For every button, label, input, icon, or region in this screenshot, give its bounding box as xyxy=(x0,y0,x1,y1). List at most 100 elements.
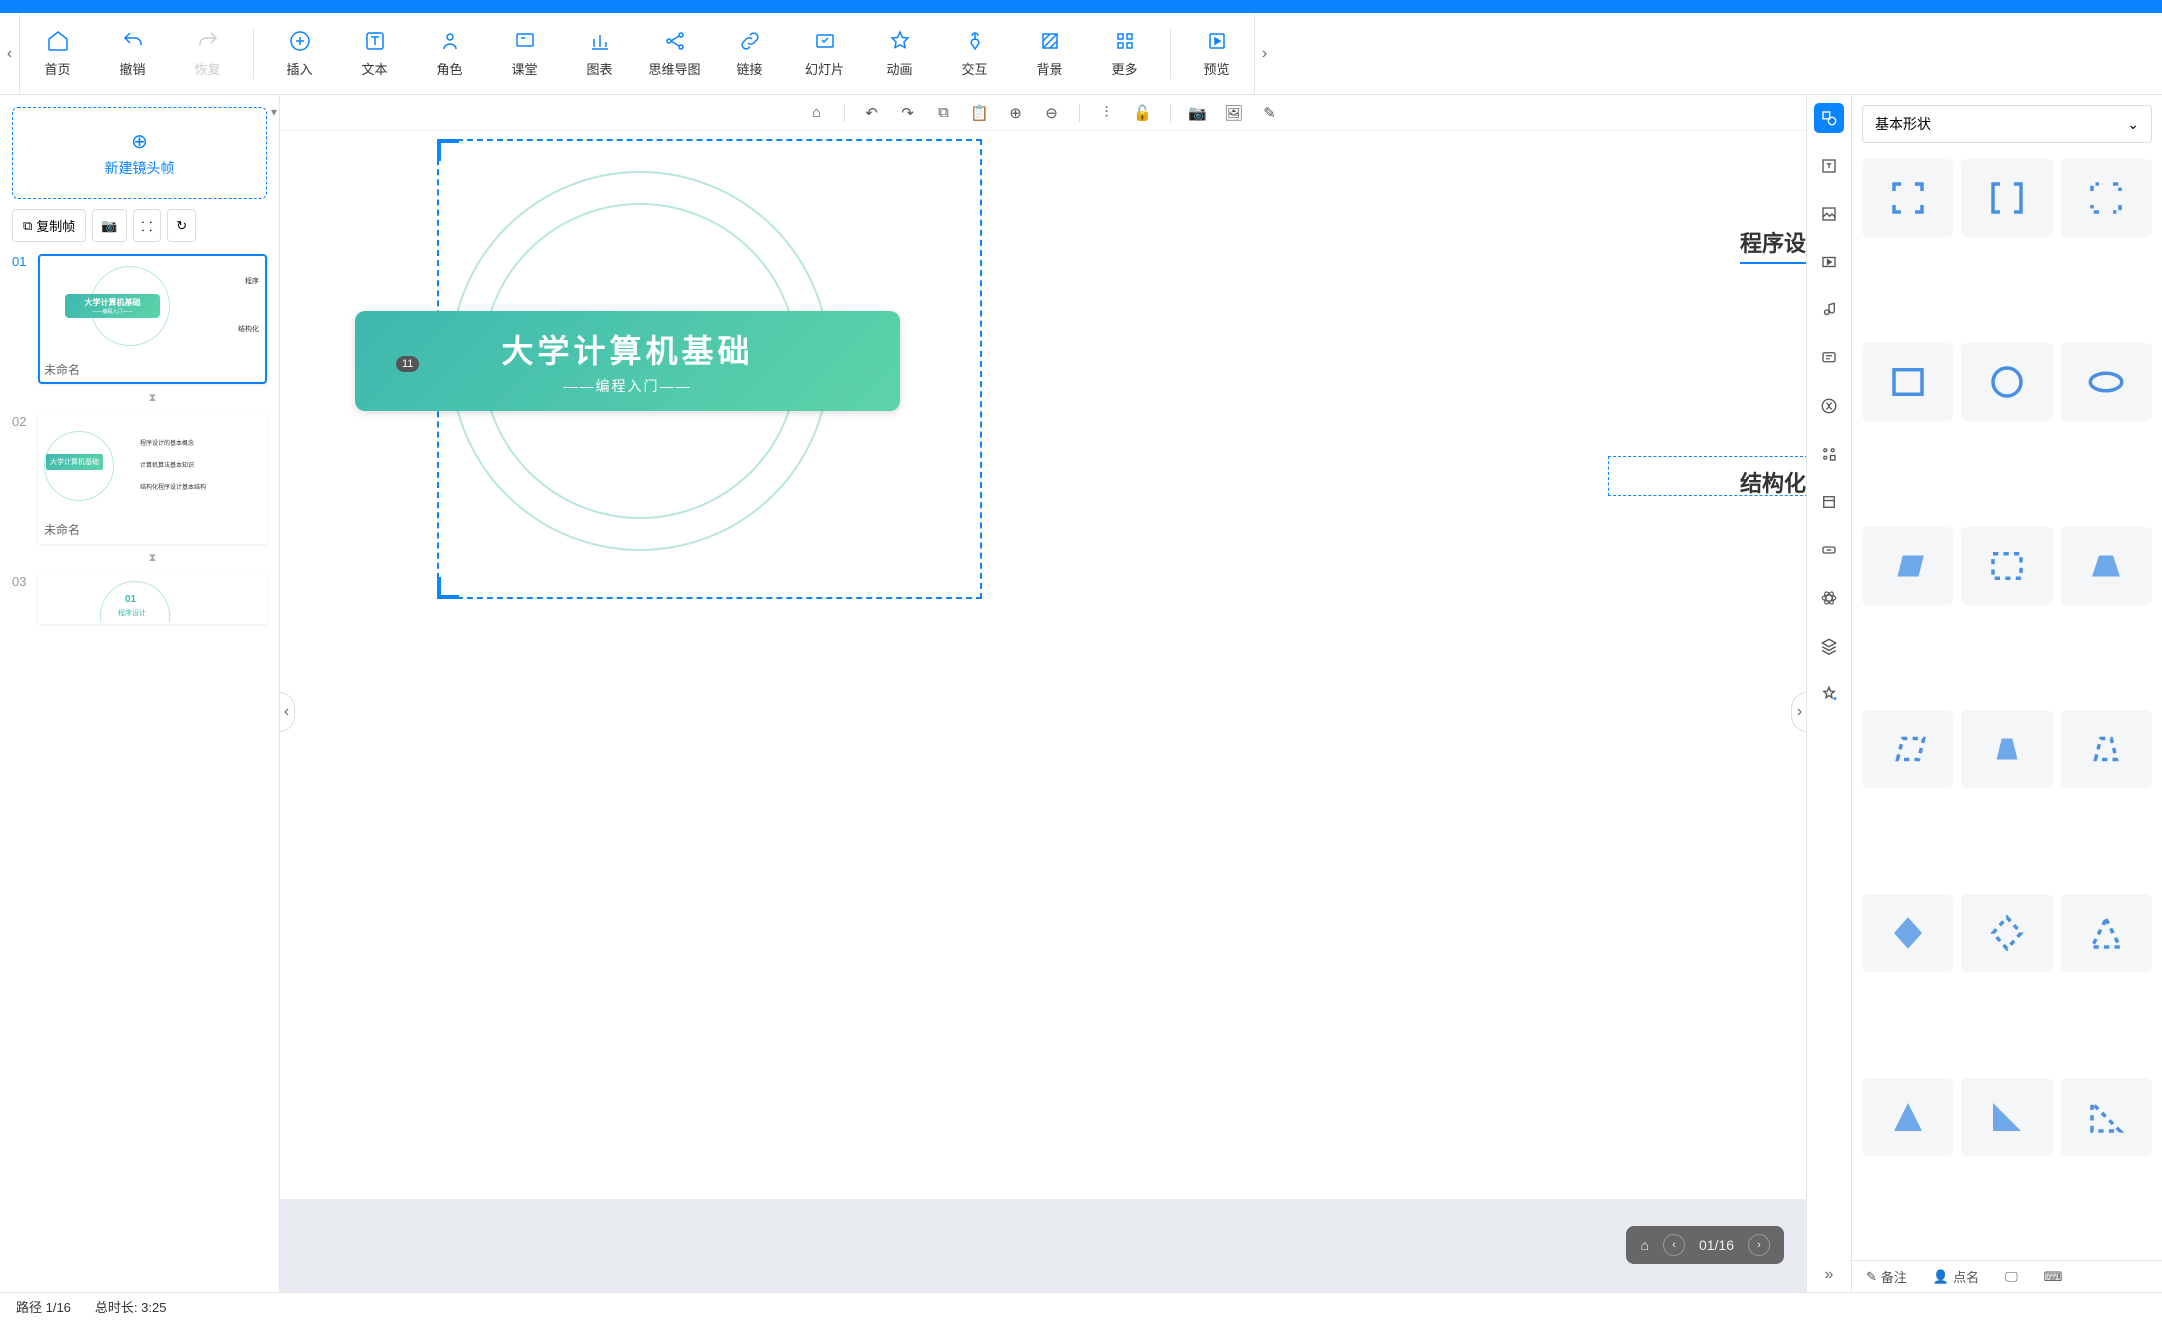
shape-ellipse[interactable] xyxy=(2061,343,2152,421)
ctb-align-icon[interactable]: ⫶ xyxy=(1098,104,1116,122)
rollcall-button[interactable]: 👤点名 xyxy=(1933,1267,1979,1286)
interact-label: 交互 xyxy=(961,59,987,78)
shape-diamond-dashed[interactable] xyxy=(1961,894,2052,972)
shape-rect-dashed[interactable] xyxy=(1961,527,2052,605)
thumb-1[interactable]: 大学计算机基础——编程入门—— 程序 结构化 未命名 xyxy=(38,254,267,384)
new-frame-button[interactable]: ⊕ 新建镜头帧 xyxy=(12,107,267,199)
shape-parallelogram-fill[interactable] xyxy=(1862,527,1953,605)
camera-icon: 📷 xyxy=(101,218,117,234)
ctb-copy-icon[interactable]: ⧉ xyxy=(935,104,953,122)
loop-button[interactable]: ↻ xyxy=(167,209,196,242)
ctb-rotate-right-icon[interactable]: ↷ xyxy=(899,104,917,122)
notes-button[interactable]: ✎备注 xyxy=(1866,1267,1907,1286)
chart-button[interactable]: 图表 xyxy=(562,13,637,94)
shape-right-triangle-dashed[interactable] xyxy=(2061,1078,2152,1156)
vtool-video[interactable] xyxy=(1814,247,1844,277)
vtool-atom[interactable] xyxy=(1814,583,1844,613)
toolbar-expand-left[interactable]: ‹ xyxy=(0,13,20,95)
ctb-paste-icon[interactable]: 📋 xyxy=(971,104,989,122)
vtool-shapes[interactable] xyxy=(1814,103,1844,133)
vtool-audio[interactable] xyxy=(1814,295,1844,325)
thumb-num-3: 03 xyxy=(12,574,32,589)
shapes-category-dropdown[interactable]: 基本形状 ⌄ xyxy=(1862,105,2152,143)
shape-triangle-dashed[interactable] xyxy=(2061,894,2152,972)
ctb-image-icon[interactable]: 🖼 xyxy=(1225,104,1243,122)
interact-button[interactable]: 交互 xyxy=(937,13,1012,94)
ctb-rotate-left-icon[interactable]: ↶ xyxy=(863,104,881,122)
shape-right-triangle[interactable] xyxy=(1961,1078,2052,1156)
nav-prev-button[interactable]: ‹ xyxy=(1663,1234,1685,1256)
preview-button[interactable]: 预览 xyxy=(1179,13,1254,94)
nav-home-icon[interactable]: ⌂ xyxy=(1640,1237,1648,1253)
vtool-star-add[interactable] xyxy=(1814,679,1844,709)
role-button[interactable]: 角色 xyxy=(412,13,487,94)
shape-circle[interactable] xyxy=(1961,343,2052,421)
more-button[interactable]: 更多 xyxy=(1087,13,1162,94)
shape-frame-bracket[interactable] xyxy=(1961,159,2052,237)
shape-trapezoid-outline[interactable] xyxy=(1961,710,2052,788)
home-label: 首页 xyxy=(44,59,70,78)
toolbar-expand-right[interactable]: › xyxy=(1254,13,1274,95)
undo-icon xyxy=(121,29,145,53)
vtool-text[interactable] xyxy=(1814,151,1844,181)
shape-parallelogram-dashed[interactable] xyxy=(1862,710,1953,788)
text-label: 文本 xyxy=(361,59,387,78)
copy-frame-label: 复制帧 xyxy=(36,216,75,235)
plus-icon: ⊕ xyxy=(131,129,148,154)
ctb-camera-icon[interactable]: 📷 xyxy=(1189,104,1207,122)
canvas-title-box[interactable]: 大学计算机基础 ——编程入门—— xyxy=(355,311,900,411)
home-icon xyxy=(46,29,70,53)
status-bar: 路径 1/16 总时长: 3:25 xyxy=(0,1292,2162,1320)
keyboard-button[interactable]: ⌨ xyxy=(2044,1269,2063,1285)
link-label: 链接 xyxy=(736,59,762,78)
canvas-subtitle: ——编程入门—— xyxy=(564,376,692,396)
copy-frame-button[interactable]: ⧉ 复制帧 xyxy=(12,209,86,242)
shape-rect[interactable] xyxy=(1862,343,1953,421)
ctb-zoom-in-icon[interactable]: ⊕ xyxy=(1007,104,1025,122)
shape-trapezoid-dashed[interactable] xyxy=(2061,710,2152,788)
home-button[interactable]: 首页 xyxy=(20,13,95,94)
shape-frame-dashed[interactable] xyxy=(2061,159,2152,237)
vtool-image[interactable] xyxy=(1814,199,1844,229)
vtool-frame[interactable] xyxy=(1814,487,1844,517)
shape-trapezoid-fill[interactable] xyxy=(2061,527,2152,605)
shape-frame-solid[interactable] xyxy=(1862,159,1953,237)
vtool-collapse[interactable]: » xyxy=(1807,1266,1851,1284)
shape-triangle-fill[interactable] xyxy=(1862,1078,1953,1156)
ctb-edit-icon[interactable]: ✎ xyxy=(1261,104,1279,122)
class-button[interactable]: 课堂 xyxy=(487,13,562,94)
sidebar-dropdown[interactable]: ▾ xyxy=(271,105,277,119)
ctb-unlock-icon[interactable]: 🔓 xyxy=(1134,104,1152,122)
mindmap-button[interactable]: 思维导图 xyxy=(637,13,712,94)
bg-button[interactable]: 背景 xyxy=(1012,13,1087,94)
canvas-area: ⌂ ↶ ↷ ⧉ 📋 ⊕ ⊖ ⫶ 🔓 📷 🖼 ✎ 大学 xyxy=(280,95,1806,1292)
vtool-button[interactable] xyxy=(1814,535,1844,565)
canvas-label-1[interactable]: 程序设 xyxy=(1740,226,1806,264)
slide-button[interactable]: 幻灯片 xyxy=(787,13,862,94)
link-button[interactable]: 链接 xyxy=(712,13,787,94)
thumb-2[interactable]: 大学计算机基础 程序设计的基本概念 计算机算法基本知识 结构化程序设计基本结构 … xyxy=(38,414,267,544)
text-button[interactable]: 文本 xyxy=(337,13,412,94)
vtool-layers[interactable] xyxy=(1814,631,1844,661)
canvas-title: 大学计算机基础 xyxy=(501,326,753,372)
redo-button[interactable]: 恢复 xyxy=(170,13,245,94)
thumb-3[interactable]: 01 程序设计 xyxy=(38,574,267,624)
undo-button[interactable]: 撤销 xyxy=(95,13,170,94)
redo-label: 恢复 xyxy=(194,59,220,78)
insert-button[interactable]: 插入 xyxy=(262,13,337,94)
qr-button[interactable]: ⸬ xyxy=(133,209,162,242)
vtool-comment[interactable] xyxy=(1814,343,1844,373)
vtool-widget[interactable] xyxy=(1814,439,1844,469)
shape-diamond-fill[interactable] xyxy=(1862,894,1953,972)
ctb-zoom-out-icon[interactable]: ⊖ xyxy=(1043,104,1061,122)
canvas-viewport[interactable]: 大学计算机基础 ——编程入门—— 11 程序设 结构化 ‹ › ⌂ ‹ 01/1… xyxy=(280,131,1806,1292)
camera-button[interactable]: 📷 xyxy=(92,209,126,242)
canvas-label-2[interactable]: 结构化 xyxy=(1740,466,1806,498)
anim-button[interactable]: 动画 xyxy=(862,13,937,94)
ctb-home-icon[interactable]: ⌂ xyxy=(808,104,826,122)
thumb-row-1: 01 大学计算机基础——编程入门—— 程序 结构化 未命名 ⧗ xyxy=(12,254,267,406)
undo-label: 撤销 xyxy=(119,59,145,78)
vtool-formula[interactable] xyxy=(1814,391,1844,421)
nav-next-button[interactable]: › xyxy=(1748,1234,1770,1256)
present-button[interactable]: 🖵 xyxy=(2005,1269,2018,1285)
